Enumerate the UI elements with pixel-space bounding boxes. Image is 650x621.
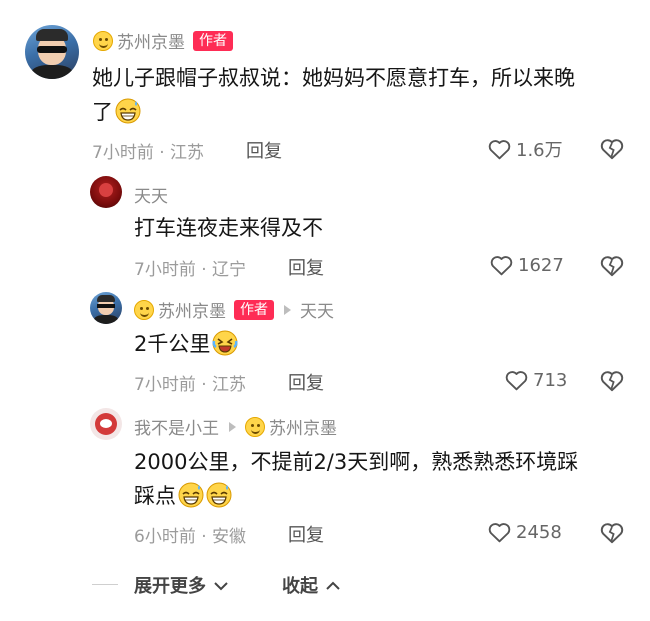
author-name[interactable]: 我不是小王 xyxy=(134,414,219,439)
collapse-label: 收起 xyxy=(282,576,318,597)
heart-outline-icon xyxy=(489,253,514,278)
reply-button[interactable]: 回复 xyxy=(288,369,324,395)
heart-outline-icon xyxy=(487,520,512,545)
avatar-replier[interactable] xyxy=(90,408,122,440)
chevron-down-icon xyxy=(214,582,228,591)
author-name[interactable]: 苏州京墨 xyxy=(158,297,226,322)
like-button[interactable]: 1627 xyxy=(489,253,564,278)
like-count: 1627 xyxy=(518,255,564,276)
like-button[interactable]: 1.6万 xyxy=(487,136,563,162)
like-button[interactable]: 2458 xyxy=(487,520,562,545)
reply-button[interactable]: 回复 xyxy=(288,254,324,280)
comment-author[interactable]: 苏州京墨 作者 xyxy=(93,28,233,53)
comment-text-line: 2000公里，不提前2/3天到啊，熟悉熟悉环境踩 xyxy=(134,450,579,474)
comment-text: 她儿子跟帽子叔叔说：她妈妈不愿意打车，所以来晚 了 xyxy=(92,61,632,129)
avatar-author[interactable] xyxy=(90,292,122,324)
heart-outline-icon xyxy=(504,368,529,393)
reply-button[interactable]: 回复 xyxy=(288,521,324,547)
author-name[interactable]: 天天 xyxy=(134,182,168,207)
like-button[interactable]: 713 xyxy=(504,368,567,393)
comment-text-tail: 踩点 xyxy=(134,484,176,508)
like-count: 1.6万 xyxy=(516,140,563,161)
broken-heart-icon[interactable] xyxy=(599,253,625,279)
comment-meta: 6小时前 · 安徽 xyxy=(134,527,247,547)
comment-author[interactable]: 苏州京墨 作者 天天 xyxy=(134,297,334,322)
author-badge: 作者 xyxy=(234,299,274,320)
reply-arrow-icon xyxy=(229,421,236,432)
comment-author[interactable]: 我不是小王 苏州京墨 xyxy=(134,414,337,439)
broken-heart-icon[interactable] xyxy=(599,368,625,394)
rolling-laughing-emoji-icon xyxy=(212,330,238,356)
comment-meta: 7小时前 · 江苏 xyxy=(134,375,247,395)
footer-divider xyxy=(92,584,118,585)
comment-text-body: 2千公里 xyxy=(134,332,211,356)
grinning-sweat-emoji-icon xyxy=(178,482,204,508)
comment-text: 2千公里 xyxy=(134,327,238,361)
like-count: 2458 xyxy=(516,522,562,543)
reply-to-name[interactable]: 苏州京墨 xyxy=(269,414,337,439)
avatar-replier[interactable] xyxy=(90,176,122,208)
comment-text: 打车连夜走来得及不 xyxy=(134,216,323,240)
comment-text-line: 她儿子跟帽子叔叔说：她妈妈不愿意打车，所以来晚 xyxy=(92,66,575,90)
smiley-icon xyxy=(134,299,154,320)
collapse-button[interactable]: 收起 xyxy=(282,572,340,598)
broken-heart-icon[interactable] xyxy=(599,520,625,546)
reply-button[interactable]: 回复 xyxy=(246,137,282,163)
grinning-sweat-emoji-icon xyxy=(206,482,232,508)
expand-more-label: 展开更多 xyxy=(134,576,206,597)
comment-text: 2000公里，不提前2/3天到啊，熟悉熟悉环境踩 踩点 xyxy=(134,445,634,513)
comment-meta: 7小时前 · 江苏 xyxy=(92,143,205,163)
like-count: 713 xyxy=(533,370,568,391)
expand-more-button[interactable]: 展开更多 xyxy=(134,572,228,598)
reply-to-name[interactable]: 天天 xyxy=(300,297,334,322)
author-badge: 作者 xyxy=(193,30,233,51)
comment-text-tail: 了 xyxy=(92,100,113,124)
heart-outline-icon xyxy=(487,137,512,162)
comment-meta: 7小时前 · 辽宁 xyxy=(134,260,247,280)
chevron-up-icon xyxy=(326,581,340,590)
comment-text-line: 踩点 xyxy=(134,479,634,513)
broken-heart-icon[interactable] xyxy=(599,136,625,162)
smiley-icon xyxy=(93,30,113,51)
reply-arrow-icon xyxy=(284,304,291,315)
author-name[interactable]: 苏州京墨 xyxy=(117,28,185,53)
avatar-author[interactable] xyxy=(25,25,79,79)
grinning-sweat-emoji-icon xyxy=(115,98,141,124)
comment-text-line: 了 xyxy=(92,95,632,129)
smiley-icon xyxy=(245,416,265,437)
comment-author[interactable]: 天天 xyxy=(134,182,168,207)
